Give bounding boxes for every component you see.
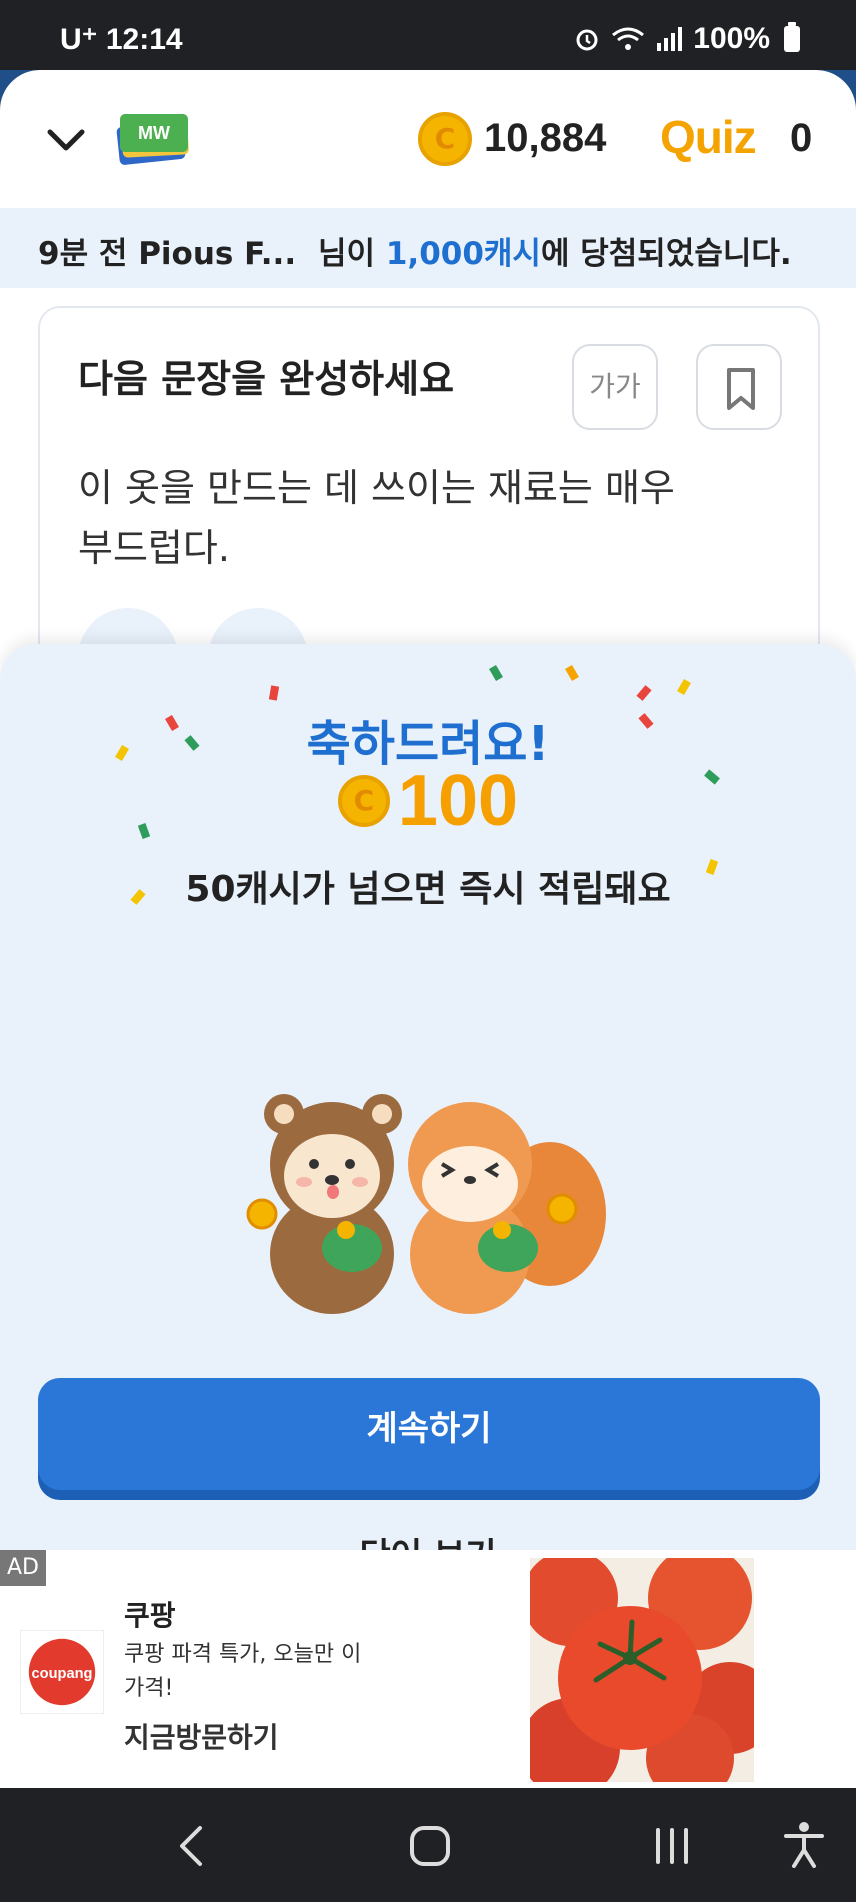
app-sheet: MW C 10,884 Quiz 0 9분 전 Pious F... 님이 1,… — [0, 70, 856, 1788]
bookmark-button[interactable] — [696, 344, 782, 430]
battery-icon — [784, 22, 800, 52]
reward-amount: 100 — [397, 761, 519, 841]
signal-icon — [657, 27, 683, 51]
bookmark-icon — [727, 368, 755, 410]
popup-subtitle: 50캐시가 넘으면 즉시 적립돼요 — [185, 869, 671, 910]
coupang-logo: coupang — [20, 1630, 104, 1714]
font-size-button[interactable]: 가가 — [572, 344, 658, 430]
svg-text:MW: MW — [138, 123, 170, 143]
battery-percent: 100% — [693, 22, 770, 55]
back-icon[interactable] — [172, 1824, 212, 1868]
ad-cta[interactable]: 지금방문하기 — [124, 1716, 279, 1756]
home-icon[interactable] — [408, 1824, 452, 1868]
coin-balance[interactable]: 10,884 — [484, 116, 606, 161]
ticker-user: 9분 전 Pious F... — [38, 236, 297, 272]
coin-icon: C — [337, 775, 390, 827]
quiz-title: 다음 문장을 완성하세요 — [78, 357, 455, 401]
ad-banner[interactable]: AD coupang 쿠팡 쿠팡 파격 특가, 오늘만 이 가격! 지금방문하기 — [0, 1550, 856, 1788]
quiz-label[interactable]: Quiz — [660, 110, 757, 164]
ad-description: 쿠팡 파격 특가, 오늘만 이 가격! — [124, 1642, 362, 1701]
coin-icon: C — [418, 112, 472, 166]
app-logo: MW — [116, 114, 189, 165]
accessibility-icon[interactable] — [782, 1820, 826, 1870]
wifi-icon — [612, 27, 645, 50]
ticker-text-after: 에 당첨되었습니다. — [540, 236, 792, 272]
quiz-count[interactable]: 0 — [790, 116, 812, 161]
continue-button[interactable]: 계속하기 — [38, 1378, 820, 1490]
ticker-amount: 1,000캐시 — [385, 236, 541, 272]
ticker-text-before: 님이 — [318, 236, 386, 272]
recents-icon[interactable] — [650, 1824, 694, 1868]
winner-ticker: 9분 전 Pious F... 님이 1,000캐시에 당첨되었습니다. — [0, 208, 856, 288]
ticker-message: 님이 1,000캐시에 당첨되었습니다. — [318, 228, 792, 273]
app-header: MW C 10,884 Quiz 0 — [0, 70, 856, 208]
status-time: U⁺ 12:14 — [60, 23, 183, 56]
svg-text:coupang: coupang — [32, 1666, 93, 1682]
quiz-sentence: 이 옷을 만드는 데 쓰이는 재료는 매우 부드럽다. — [78, 466, 675, 570]
system-nav-bar — [0, 1788, 856, 1902]
mascot-illustration — [246, 1094, 606, 1314]
chevron-down-icon[interactable] — [44, 118, 88, 162]
reward-amount-row: C 100 — [0, 760, 856, 842]
ad-brand: 쿠팡 — [124, 1599, 176, 1632]
tomato-image — [530, 1558, 754, 1782]
ad-tag: AD — [0, 1550, 46, 1586]
alarm-icon — [576, 29, 598, 51]
status-icons: 100% — [573, 22, 800, 56]
